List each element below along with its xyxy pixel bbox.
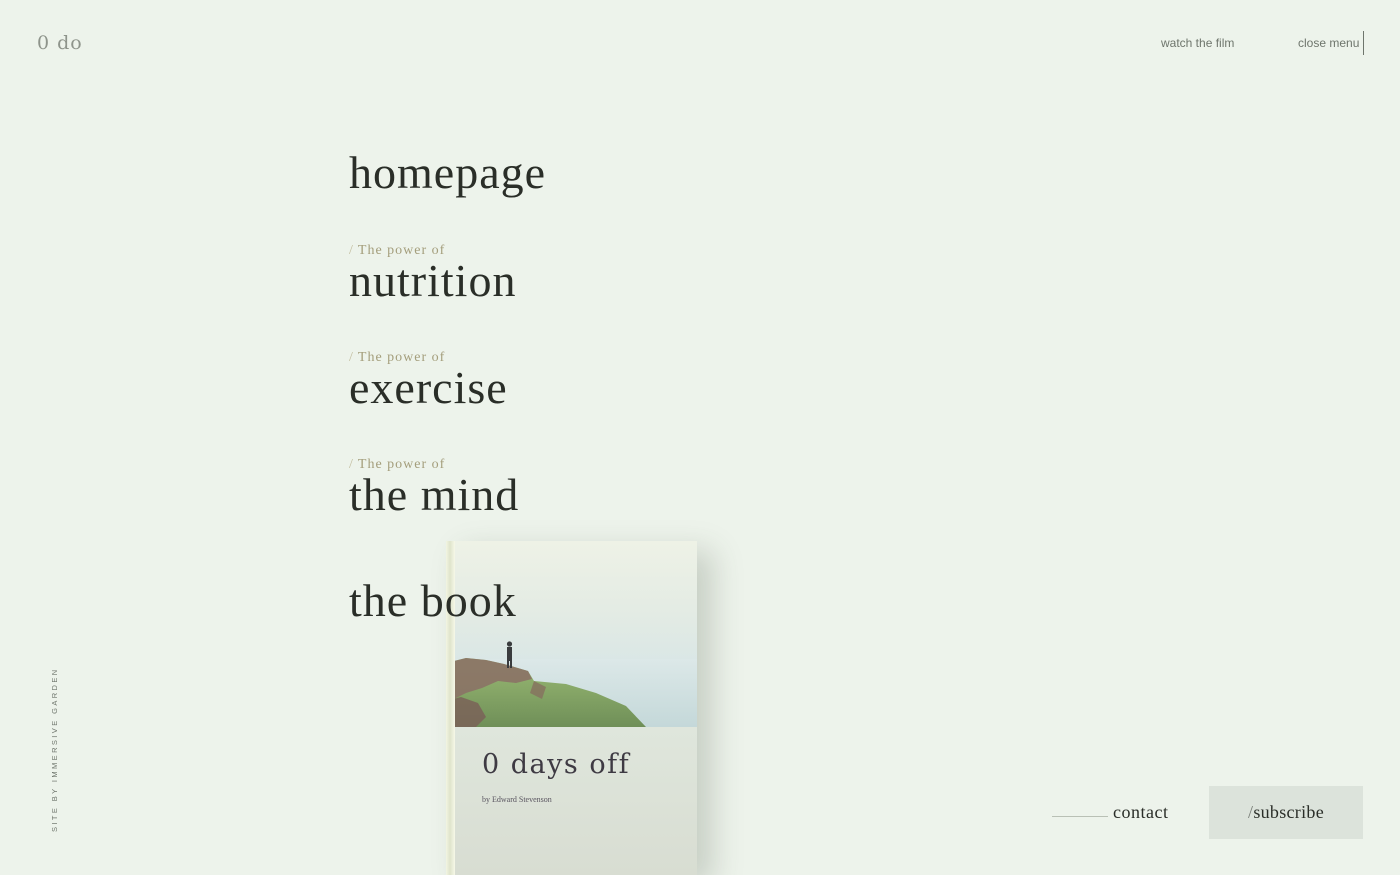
book-author: by Edward Stevenson bbox=[482, 795, 552, 804]
contact-divider bbox=[1052, 816, 1108, 817]
menu-item-the-book[interactable]: the book bbox=[349, 578, 517, 624]
menu-item-label: the book bbox=[349, 575, 517, 626]
subscribe-button[interactable]: / subscribe bbox=[1209, 786, 1363, 839]
site-logo[interactable]: 0 do bbox=[37, 32, 83, 54]
menu-item-nutrition[interactable]: / The power of nutrition bbox=[349, 244, 516, 304]
close-menu-divider bbox=[1363, 31, 1364, 55]
subscribe-label: subscribe bbox=[1253, 802, 1324, 822]
watch-film-link[interactable]: watch the film bbox=[1161, 36, 1234, 50]
contact-link[interactable]: contact bbox=[1113, 802, 1168, 823]
close-menu-button[interactable]: close menu bbox=[1298, 36, 1359, 50]
book-title: 0 days off bbox=[482, 749, 631, 780]
cliff-photo bbox=[446, 541, 697, 727]
menu-item-exercise[interactable]: / The power of exercise bbox=[349, 351, 508, 411]
menu-item-label: nutrition bbox=[349, 255, 517, 306]
site-credit[interactable]: SITE BY IMMERSIVE GARDEN bbox=[50, 667, 59, 832]
menu-item-the-mind[interactable]: / The power of the mind bbox=[349, 458, 519, 518]
menu-item-label: exercise bbox=[349, 362, 508, 413]
menu-item-label: homepage bbox=[349, 147, 547, 198]
menu-item-homepage[interactable]: homepage bbox=[349, 150, 546, 196]
menu-item-label: the mind bbox=[349, 469, 520, 520]
